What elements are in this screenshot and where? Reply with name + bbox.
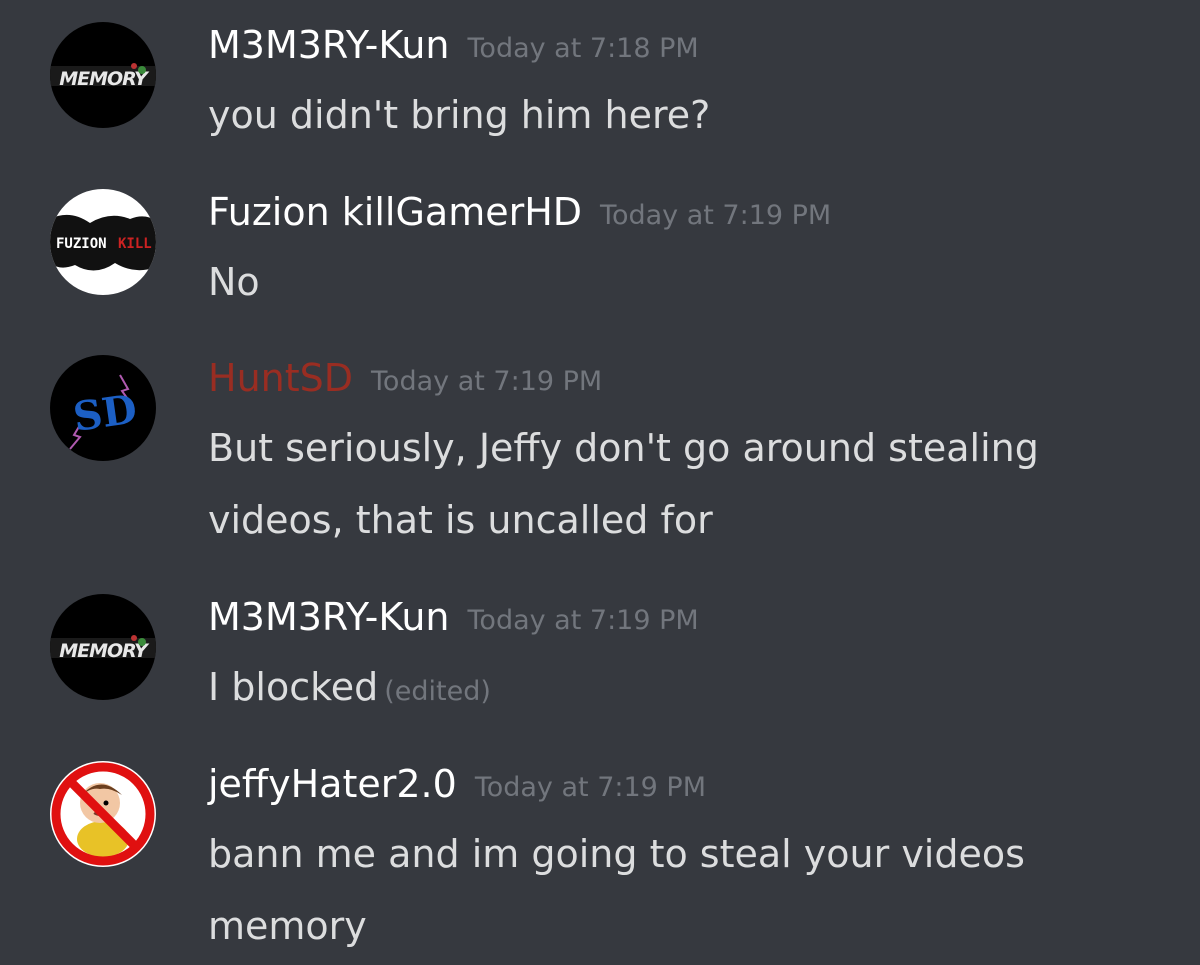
username[interactable]: M3M3RY-Kun xyxy=(208,23,450,67)
timestamp: Today at 7:19 PM xyxy=(600,200,832,231)
message-text: bann me and im going to steal your video… xyxy=(208,818,1025,962)
timestamp: Today at 7:18 PM xyxy=(467,33,699,64)
message-text: But seriously, Jeffy don't go around ste… xyxy=(208,412,1039,556)
message-line: videos, that is uncalled for xyxy=(208,498,713,542)
message-text: you didn't bring him here? xyxy=(208,79,710,151)
avatar[interactable]: SD xyxy=(50,355,156,461)
username[interactable]: Fuzion killGamerHD xyxy=(208,190,582,234)
message-line: I blocked (edited) xyxy=(208,651,491,728)
sd-logo-text: SD xyxy=(70,386,140,441)
message-header: M3M3RY-Kun Today at 7:19 PM xyxy=(208,598,699,636)
message-line: memory xyxy=(208,904,367,948)
chat-message-list: MEMORY M3M3RY-Kun Today at 7:18 PM you di… xyxy=(0,0,1200,965)
avatar[interactable] xyxy=(50,761,156,867)
message-line: No xyxy=(208,260,260,304)
timestamp: Today at 7:19 PM xyxy=(467,605,699,636)
message-line-text: I blocked xyxy=(208,665,379,709)
memory-logo-avatar: MEMORY xyxy=(50,22,156,128)
memory-logo-text: MEMORY xyxy=(59,640,150,662)
memory-logo-text: MEMORY xyxy=(59,68,150,90)
avatar[interactable]: FUZION KILL xyxy=(50,189,156,295)
timestamp: Today at 7:19 PM xyxy=(371,366,603,397)
message-text: No xyxy=(208,246,260,318)
message-line: you didn't bring him here? xyxy=(208,93,711,137)
message-header: M3M3RY-Kun Today at 7:18 PM xyxy=(208,26,699,64)
fuzion-kill-avatar: FUZION KILL xyxy=(50,189,156,295)
no-jeffy-avatar xyxy=(50,761,156,867)
kill-logo-text: KILL xyxy=(118,236,152,252)
fuzion-logo-text: FUZION xyxy=(56,236,107,252)
avatar[interactable]: MEMORY xyxy=(50,22,156,128)
username[interactable]: HuntSD xyxy=(208,356,353,400)
edited-label: (edited) xyxy=(384,676,491,707)
message-line: But seriously, Jeffy don't go around ste… xyxy=(208,426,1039,470)
message-header: jeffyHater2.0 Today at 7:19 PM xyxy=(208,765,706,803)
avatar[interactable]: MEMORY xyxy=(50,594,156,700)
sd-logo-avatar: SD xyxy=(50,355,156,461)
message-line: bann me and im going to steal your video… xyxy=(208,832,1025,876)
memory-logo-avatar: MEMORY xyxy=(50,594,156,700)
username[interactable]: M3M3RY-Kun xyxy=(208,595,450,639)
message-text: I blocked (edited) xyxy=(208,651,491,728)
username[interactable]: jeffyHater2.0 xyxy=(208,762,457,806)
timestamp: Today at 7:19 PM xyxy=(474,772,706,803)
message-header: Fuzion killGamerHD Today at 7:19 PM xyxy=(208,193,831,231)
message-header: HuntSD Today at 7:19 PM xyxy=(208,359,602,397)
